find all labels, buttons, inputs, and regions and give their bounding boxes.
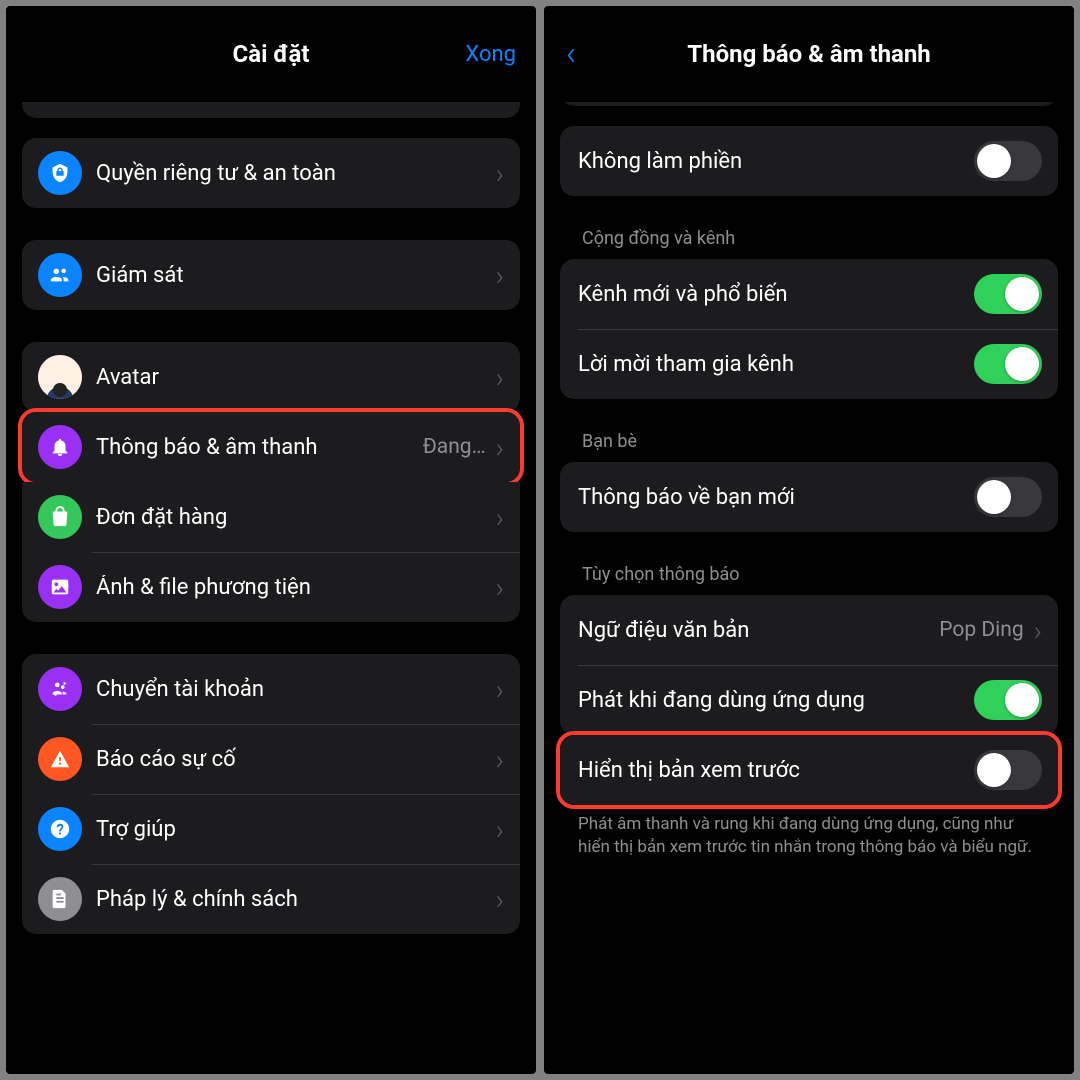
row-new-channels[interactable]: Kênh mới và phổ biến	[560, 259, 1058, 329]
chevron-right-icon: ›	[1034, 614, 1042, 647]
bell-icon	[38, 425, 82, 469]
row-dnd[interactable]: Không làm phiền	[560, 126, 1058, 196]
people-icon	[38, 253, 82, 297]
chevron-right-icon: ›	[496, 571, 504, 604]
document-icon	[38, 877, 82, 921]
row-label: Trợ giúp	[96, 817, 492, 842]
avatar-icon	[38, 355, 82, 399]
chevron-right-icon: ›	[496, 259, 504, 292]
chevron-right-icon: ›	[496, 743, 504, 776]
toggle-channel-invites[interactable]	[974, 344, 1042, 384]
done-button[interactable]: Xong	[465, 42, 516, 67]
notifications-screen: ‹ Thông báo & âm thanh Không làm phiền C…	[544, 6, 1074, 1074]
row-in-app-sound[interactable]: Phát khi đang dùng ứng dụng	[560, 665, 1058, 735]
row-label: Lời mời tham gia kênh	[578, 352, 974, 377]
row-show-preview[interactable]: Hiển thị bản xem trước	[560, 735, 1058, 805]
notifications-header: ‹ Thông báo & âm thanh	[544, 6, 1074, 102]
row-channel-invites[interactable]: Lời mời tham gia kênh	[560, 329, 1058, 399]
chevron-right-icon: ›	[496, 157, 504, 190]
highlight-preview: Hiển thị bản xem trước	[556, 731, 1062, 809]
row-label: Phát khi đang dùng ứng dụng	[578, 688, 974, 713]
row-label: Quyền riêng tư & an toàn	[96, 161, 492, 186]
group-peek	[560, 102, 1058, 106]
row-label: Ảnh & file phương tiện	[96, 575, 492, 600]
notifications-title: Thông báo & âm thanh	[687, 40, 931, 68]
group-dnd: Không làm phiền	[560, 126, 1058, 196]
settings-content: Quyền riêng tư & an toàn › Giám sát ›	[6, 102, 536, 1074]
bag-icon	[38, 495, 82, 539]
back-button[interactable]: ‹	[566, 37, 576, 71]
row-label: Thông báo về bạn mới	[578, 485, 974, 510]
row-notifications[interactable]: Thông báo & âm thanh Đang… ›	[22, 412, 520, 482]
row-label: Không làm phiền	[578, 149, 974, 174]
row-label: Avatar	[96, 365, 492, 390]
row-legal[interactable]: Pháp lý & chính sách ›	[22, 864, 520, 934]
row-switch-account[interactable]: Chuyển tài khoản ›	[22, 654, 520, 724]
row-label: Pháp lý & chính sách	[96, 887, 492, 912]
settings-group-privacy: Quyền riêng tư & an toàn ›	[22, 138, 520, 208]
row-label: Báo cáo sự cố	[96, 747, 492, 772]
toggle-preview[interactable]	[974, 750, 1042, 790]
row-label: Hiển thị bản xem trước	[578, 758, 974, 783]
toggle-dnd[interactable]	[974, 141, 1042, 181]
section-header-community: Cộng đồng và kênh	[560, 228, 1058, 259]
section-header-friends: Bạn bè	[560, 431, 1058, 462]
row-text-tone[interactable]: Ngữ điệu văn bản Pop Ding ›	[560, 595, 1058, 665]
settings-title: Cài đặt	[233, 40, 310, 68]
notifications-content: Không làm phiền Cộng đồng và kênh Kênh m…	[544, 102, 1074, 1074]
settings-group-preferences: Avatar ›	[22, 342, 520, 412]
row-label: Kênh mới và phổ biến	[578, 282, 974, 307]
row-label: Thông báo & âm thanh	[96, 435, 423, 460]
chevron-right-icon: ›	[496, 361, 504, 394]
chevron-right-icon: ›	[496, 431, 504, 464]
row-supervision[interactable]: Giám sát ›	[22, 240, 520, 310]
row-label: Đơn đặt hàng	[96, 505, 492, 530]
switch-icon	[38, 667, 82, 711]
settings-group-support: Chuyển tài khoản › Báo cáo sự cố › Trợ g…	[22, 654, 520, 934]
row-orders[interactable]: Đơn đặt hàng ›	[22, 482, 520, 552]
chevron-right-icon: ›	[496, 813, 504, 846]
row-label: Chuyển tài khoản	[96, 677, 492, 702]
row-label: Ngữ điệu văn bản	[578, 618, 939, 643]
lock-icon	[38, 151, 82, 195]
image-icon	[38, 565, 82, 609]
chevron-right-icon: ›	[496, 883, 504, 916]
row-help[interactable]: Trợ giúp ›	[22, 794, 520, 864]
row-new-friend[interactable]: Thông báo về bạn mới	[560, 462, 1058, 532]
group-community: Kênh mới và phổ biến Lời mời tham gia kê…	[560, 259, 1058, 399]
help-icon	[38, 807, 82, 851]
row-privacy[interactable]: Quyền riêng tư & an toàn ›	[22, 138, 520, 208]
settings-header: Cài đặt Xong	[6, 6, 536, 102]
row-report[interactable]: Báo cáo sự cố ›	[22, 724, 520, 794]
settings-group-supervision: Giám sát ›	[22, 240, 520, 310]
row-detail: Đang…	[423, 435, 486, 459]
row-avatar[interactable]: Avatar ›	[22, 342, 520, 412]
options-footer: Phát âm thanh và rung khi đang dùng ứng …	[560, 805, 1058, 859]
row-media[interactable]: Ảnh & file phương tiện ›	[22, 552, 520, 622]
warning-icon	[38, 737, 82, 781]
toggle-new-friend[interactable]	[974, 477, 1042, 517]
section-header-options: Tùy chọn thông báo	[560, 564, 1058, 595]
highlight-notifications: Thông báo & âm thanh Đang… ›	[18, 408, 524, 486]
row-detail: Pop Ding	[939, 618, 1023, 642]
group-options: Ngữ điệu văn bản Pop Ding › Phát khi đan…	[560, 595, 1058, 735]
settings-group-preferences-2: Đơn đặt hàng › Ảnh & file phương tiện ›	[22, 482, 520, 622]
row-label: Giám sát	[96, 263, 492, 288]
settings-screen: Cài đặt Xong Quyền riêng tư & an toàn › …	[6, 6, 536, 1074]
toggle-new-channels[interactable]	[974, 274, 1042, 314]
chevron-right-icon: ›	[496, 673, 504, 706]
toggle-in-app[interactable]	[974, 680, 1042, 720]
group-friends: Thông báo về bạn mới	[560, 462, 1058, 532]
chevron-right-icon: ›	[496, 501, 504, 534]
group-peek	[22, 102, 520, 118]
